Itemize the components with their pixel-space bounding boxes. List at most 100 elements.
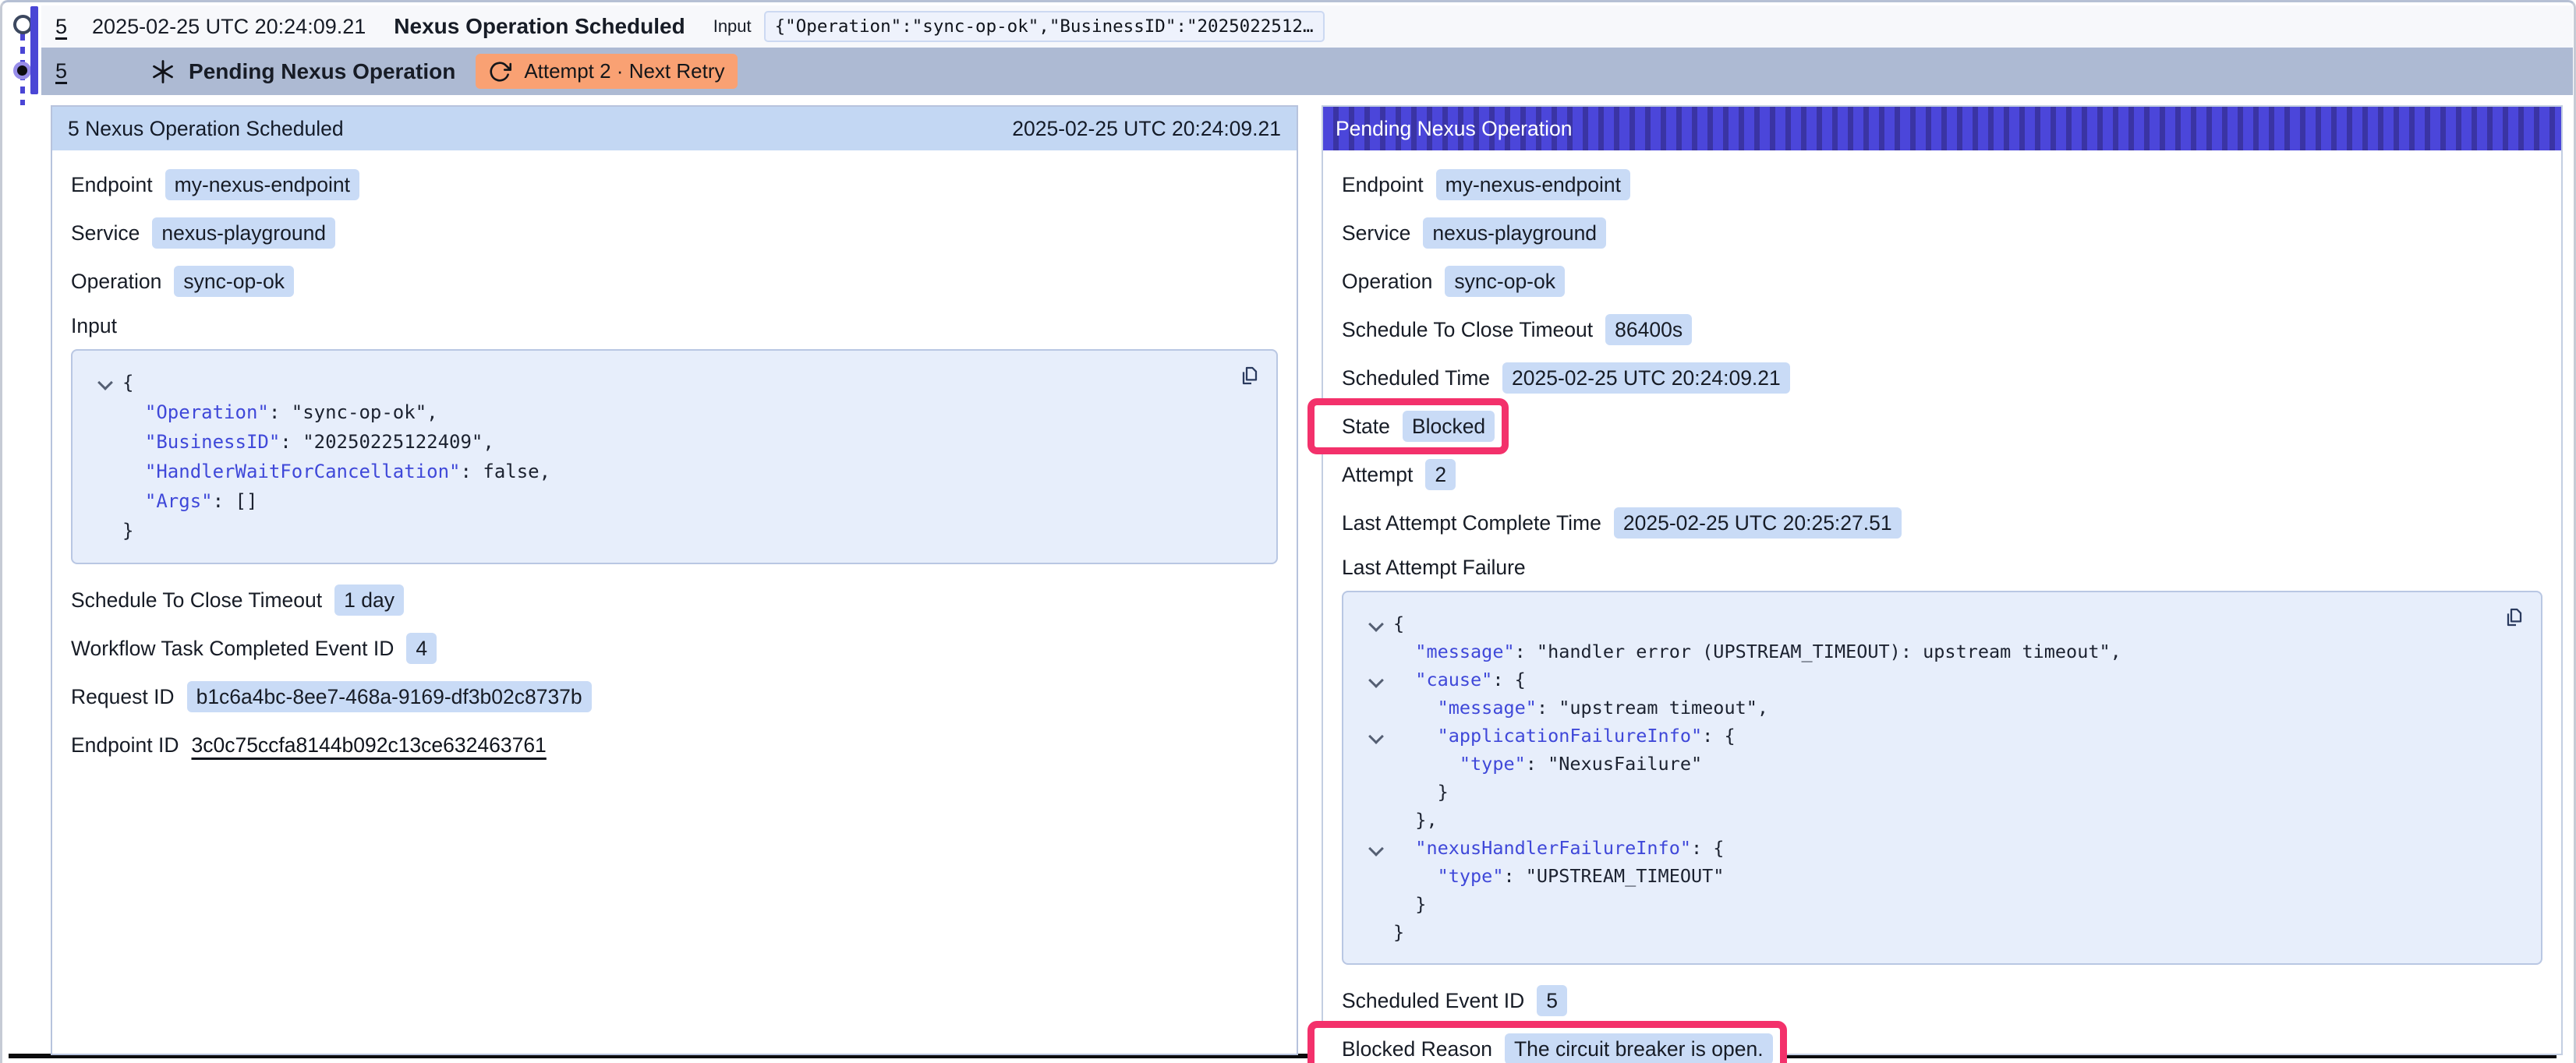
field-blocked-reason: Blocked Reason The circuit breaker is ope… — [1342, 1033, 2542, 1063]
code-line: } — [1359, 918, 2522, 946]
pending-event-id-link[interactable]: 5 — [55, 59, 67, 83]
code-line: { — [88, 368, 1258, 397]
code-gutter — [1359, 750, 1393, 778]
code-line: "type": "NexusFailure" — [1359, 750, 2522, 778]
field-label: Operation — [1342, 270, 1432, 294]
code-line: "Operation": "sync-op-ok", — [88, 397, 1258, 427]
field-value-chip: 2 — [1425, 459, 1456, 490]
collapse-chevron-icon[interactable] — [97, 375, 113, 390]
copy-icon[interactable] — [1236, 363, 1261, 388]
timeline-pending-marker-icon — [13, 62, 31, 79]
field-value-chip: 2025-02-25 UTC 20:25:27.51 — [1614, 507, 1902, 539]
collapse-chevron-icon[interactable] — [1368, 616, 1384, 632]
endpoint-id-link[interactable]: 3c0c75ccfa8144b092c13ce632463761 — [191, 733, 546, 758]
field-workflow-task-completed-event-id: Workflow Task Completed Event ID4 — [71, 633, 1278, 664]
event-row-nexus-operation-scheduled[interactable]: 5 2025-02-25 UTC 20:24:09.21 Nexus Opera… — [41, 5, 2573, 48]
code-gutter — [1359, 834, 1393, 862]
code-line: }, — [1359, 806, 2522, 834]
event-input-label: Input — [713, 16, 752, 37]
field-service: Service nexus-playground — [1342, 217, 2542, 249]
collapse-chevron-icon[interactable] — [1368, 673, 1384, 688]
code-line: "type": "UPSTREAM_TIMEOUT" — [1359, 862, 2522, 890]
field-endpoint: Endpointmy-nexus-endpoint — [71, 169, 1278, 200]
field-value-chip: sync-op-ok — [1445, 266, 1565, 297]
code-line: "nexusHandlerFailureInfo": { — [1359, 834, 2522, 862]
code-line: } — [88, 516, 1258, 546]
field-label: State — [1342, 415, 1390, 439]
retry-icon — [488, 60, 511, 83]
field-schedule-to-close-timeout: Schedule To Close Timeout86400s — [1342, 314, 2542, 345]
failure-section-label: Last Attempt Failure — [1342, 556, 2542, 580]
timeline-selection-bar — [30, 6, 38, 94]
code-gutter — [1359, 778, 1393, 806]
copy-icon[interactable] — [2500, 605, 2525, 630]
field-state: State Blocked — [1342, 411, 2542, 442]
nexus-asterisk-icon — [150, 58, 176, 85]
pending-operation-title: Pending Nexus Operation — [189, 59, 455, 84]
field-label: Endpoint — [71, 173, 153, 197]
code-gutter — [1359, 862, 1393, 890]
field-value-chip: nexus-playground — [152, 217, 335, 249]
code-line: "BusinessID": "20250225122409", — [88, 427, 1258, 457]
event-detail-panel: 5 Nexus Operation Scheduled 2025-02-25 U… — [51, 105, 1298, 1055]
field-label: Scheduled Time — [1342, 366, 1490, 390]
code-line: "message": "upstream timeout", — [1359, 694, 2522, 722]
code-gutter — [1359, 806, 1393, 834]
field-value-chip: nexus-playground — [1423, 217, 1606, 249]
field-label: Workflow Task Completed Event ID — [71, 637, 394, 661]
code-gutter — [88, 516, 122, 546]
field-schedule-to-close-timeout: Schedule To Close Timeout1 day — [71, 584, 1278, 616]
code-gutter — [1359, 918, 1393, 946]
code-line: "HandlerWaitForCancellation": false, — [88, 457, 1258, 486]
code-gutter — [1359, 722, 1393, 750]
code-gutter — [88, 427, 122, 457]
annotated-field: Blocked Reason The circuit breaker is ope… — [1307, 1021, 1787, 1063]
panel-title: 5 Nexus Operation Scheduled — [68, 117, 344, 141]
code-gutter — [1359, 890, 1393, 918]
field-attempt: Attempt2 — [1342, 459, 2542, 490]
code-gutter — [88, 397, 122, 427]
code-line: "Args": [] — [88, 486, 1258, 516]
field-operation: Operation sync-op-ok — [1342, 266, 2542, 297]
event-input-preview-chip[interactable]: {"Operation":"sync-op-ok","BusinessID":"… — [764, 11, 1325, 42]
field-value-chip: my-nexus-endpoint — [1436, 169, 1630, 200]
field-label: Request ID — [71, 685, 175, 709]
code-gutter — [1359, 666, 1393, 694]
pending-operation-row[interactable]: 5 Pending Nexus Operation Attempt 2 · Ne… — [41, 48, 2573, 95]
event-id-link[interactable]: 5 — [55, 15, 67, 39]
input-section-label: Input — [71, 314, 1278, 338]
field-label: Blocked Reason — [1342, 1037, 1492, 1061]
code-line: } — [1359, 778, 2522, 806]
field-label: Scheduled Event ID — [1342, 989, 1524, 1013]
panel-title: Pending Nexus Operation — [1336, 117, 1572, 141]
field-label: Endpoint ID — [71, 733, 179, 758]
field-value-chip: 2025-02-25 UTC 20:24:09.21 — [1502, 362, 1790, 394]
field-value-chip: Blocked — [1403, 411, 1495, 442]
field-label: Operation — [71, 270, 161, 294]
field-label: Service — [1342, 221, 1410, 245]
code-line: } — [1359, 890, 2522, 918]
code-line: "applicationFailureInfo": { — [1359, 722, 2522, 750]
field-value-chip: sync-op-ok — [174, 266, 294, 297]
pending-operation-panel-header: Pending Nexus Operation — [1323, 107, 2561, 150]
event-timestamp: 2025-02-25 UTC 20:24:09.21 — [92, 15, 366, 39]
code-gutter — [88, 457, 122, 486]
event-detail-panel-header: 5 Nexus Operation Scheduled 2025-02-25 U… — [52, 107, 1297, 150]
input-json-viewer: { "Operation": "sync-op-ok", "BusinessID… — [71, 349, 1278, 564]
code-gutter — [1359, 609, 1393, 637]
field-label: Last Attempt Complete Time — [1342, 511, 1601, 535]
retry-badge-label: Attempt 2 · Next Retry — [524, 59, 724, 83]
pending-operation-panel: Pending Nexus Operation Endpointmy-nexus… — [1322, 105, 2563, 1055]
collapse-chevron-icon[interactable] — [1368, 729, 1384, 744]
panel-timestamp: 2025-02-25 UTC 20:24:09.21 — [1012, 117, 1281, 141]
field-scheduled-event-id: Scheduled Event ID 5 — [1342, 985, 2542, 1016]
field-scheduled-time: Scheduled Time 2025-02-25 UTC 20:24:09.21 — [1342, 362, 2542, 394]
field-last-attempt-complete-time: Last Attempt Complete Time 2025-02-25 UTC… — [1342, 507, 2542, 539]
code-line: "cause": { — [1359, 666, 2522, 694]
collapse-chevron-icon[interactable] — [1368, 841, 1384, 856]
field-value-chip: 5 — [1537, 985, 1567, 1016]
workflow-event-history-view: 5 2025-02-25 UTC 20:24:09.21 Nexus Opera… — [0, 0, 2576, 1063]
field-value-chip: The circuit breaker is open. — [1505, 1033, 1773, 1063]
field-operation: Operation sync-op-ok — [71, 266, 1278, 297]
code-gutter — [1359, 694, 1393, 722]
